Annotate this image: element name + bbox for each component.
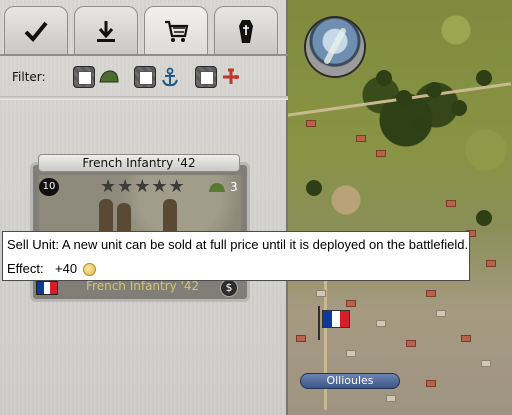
helmet-icon <box>99 70 119 83</box>
map-tree <box>396 90 412 106</box>
tab-checkmark[interactable] <box>4 6 68 54</box>
unit-card-title: French Infantry '42 <box>38 154 240 172</box>
map-tree <box>426 82 442 98</box>
map-house <box>461 335 471 342</box>
coffin-icon <box>239 19 253 43</box>
helmet-icon <box>209 183 225 192</box>
map-house <box>356 135 366 142</box>
sell-unit-tooltip: Sell Unit: A new unit can be sold at ful… <box>2 231 470 281</box>
tooltip-effect-label: Effect: <box>7 261 44 276</box>
plane-icon <box>223 68 239 84</box>
map-tree <box>451 100 467 116</box>
french-flag-icon <box>322 310 350 328</box>
cart-icon <box>165 20 189 42</box>
map-house <box>446 200 456 207</box>
french-flag-icon <box>36 281 58 295</box>
map-house <box>436 310 446 317</box>
map-house <box>486 260 496 267</box>
map-house <box>426 290 436 297</box>
filter-checkbox-naval[interactable] <box>134 66 156 88</box>
map-house <box>346 300 356 307</box>
unit-card-name: French Infantry '42 <box>86 279 200 293</box>
tab-shop[interactable] <box>144 6 208 54</box>
anchor-icon <box>162 67 178 87</box>
tooltip-text: Sell Unit: A new unit can be sold at ful… <box>7 237 469 252</box>
download-icon <box>97 20 115 42</box>
unit-strength-count: 3 <box>230 180 238 194</box>
map-house <box>426 380 436 387</box>
coin-icon <box>83 263 96 276</box>
panel-divider <box>0 96 288 100</box>
map-tree <box>306 180 322 196</box>
tab-divider <box>0 54 288 56</box>
map-house <box>306 120 316 127</box>
tab-download[interactable] <box>74 6 138 54</box>
filter-checkbox-land[interactable] <box>73 66 95 88</box>
map-tree <box>476 210 492 226</box>
map-tree <box>476 70 492 86</box>
unit-experience-stars: ★★★★★ <box>100 176 186 197</box>
filter-label: Filter: <box>12 70 46 84</box>
map-house <box>481 360 491 367</box>
map-house <box>296 335 306 342</box>
map-house <box>376 320 386 327</box>
tooltip-effect-value: +40 <box>55 261 78 276</box>
map-house <box>316 290 326 297</box>
city-label[interactable]: Ollioules <box>300 373 400 389</box>
tab-graveyard[interactable] <box>214 6 278 54</box>
sell-unit-button[interactable]: $ <box>220 279 238 297</box>
flag-pole <box>318 306 320 340</box>
unit-level-badge: 10 <box>39 178 59 196</box>
map-tree <box>376 70 392 86</box>
checkmark-icon <box>24 21 48 42</box>
map-house <box>386 395 396 402</box>
map-house <box>406 340 416 347</box>
filter-checkbox-air[interactable] <box>195 66 217 88</box>
map-house <box>346 350 356 357</box>
map-tree <box>411 115 427 131</box>
panel-tabs <box>4 6 284 54</box>
map-house <box>376 150 386 157</box>
